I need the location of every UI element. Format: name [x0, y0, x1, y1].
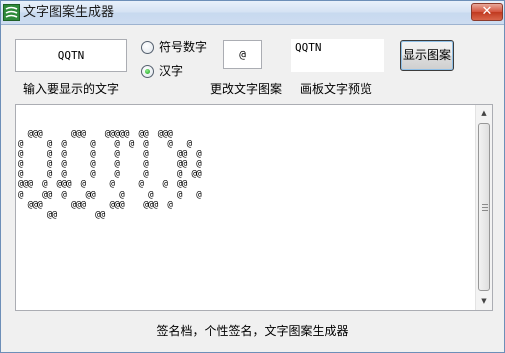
pattern-output-area[interactable]: @@@ @@@ @@@@@ @@ @@@ @ @ @ @ @ @ @ @ @ @… [15, 104, 493, 311]
radio-button[interactable] [141, 40, 154, 54]
preview-box: QQTN [291, 39, 384, 72]
radio-button-checked[interactable] [141, 64, 154, 78]
radio-chinese-chars-label: 汉字 [159, 64, 184, 78]
app-window: 文字图案生成器 ✕ QQTN 输入要显示的文字 符号数字 汉字 @ 更改文字图案… [0, 0, 505, 353]
scrollbar-thumb[interactable] [478, 123, 490, 291]
radio-chinese-chars[interactable]: 汉字 [141, 64, 183, 78]
show-pattern-button[interactable]: 显示图案 [400, 40, 454, 71]
vertical-scrollbar[interactable]: ▲ ▼ [475, 105, 492, 310]
close-icon: ✕ [481, 4, 493, 19]
radio-symbol-digits-label: 符号数字 [159, 40, 208, 54]
scroll-down-icon[interactable]: ▼ [476, 293, 492, 310]
radio-symbol-digits[interactable]: 符号数字 [141, 40, 207, 54]
window-title: 文字图案生成器 [23, 5, 115, 20]
scroll-up-icon[interactable]: ▲ [476, 105, 492, 122]
title-bar: 文字图案生成器 ✕ [1, 1, 504, 25]
app-logo-icon [3, 4, 20, 21]
ascii-art-text: @@@ @@@ @@@@@ @@ @@@ @ @ @ @ @ @ @ @ @ @… [18, 129, 202, 220]
display-text-input[interactable]: QQTN [15, 39, 127, 72]
pattern-char-input[interactable]: @ [223, 40, 262, 69]
footer-caption: 签名档，个性签名，文字图案生成器 [156, 324, 349, 338]
display-text-label: 输入要显示的文字 [23, 82, 120, 96]
pattern-char-label: 更改文字图案 [210, 82, 283, 96]
grip-icon [482, 204, 488, 211]
close-button[interactable]: ✕ [471, 3, 503, 21]
preview-label: 画板文字预览 [300, 82, 373, 96]
